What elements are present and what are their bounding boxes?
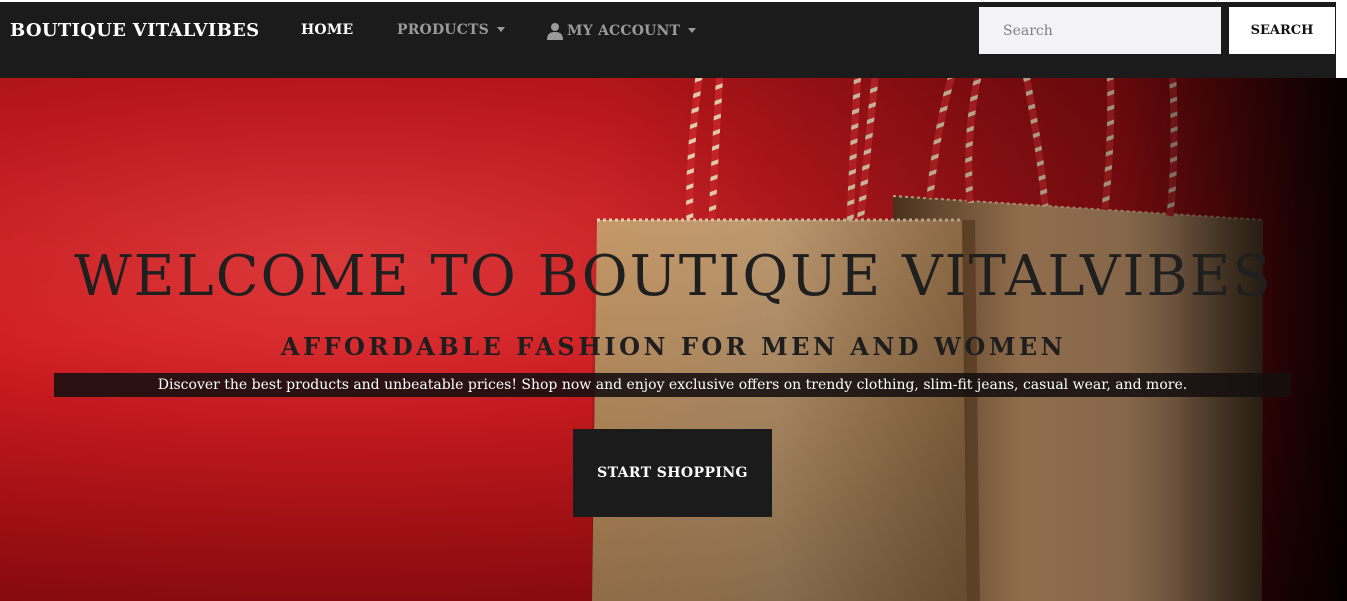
chevron-down-icon <box>688 27 697 33</box>
nav-home-label: HOME <box>301 22 354 38</box>
search-input[interactable] <box>979 7 1221 54</box>
nav-my-account-dropdown[interactable]: MY ACCOUNT <box>546 22 697 40</box>
nav-home-link[interactable]: HOME <box>301 22 353 38</box>
user-icon <box>547 23 563 40</box>
nav-my-account-label: MY ACCOUNT <box>567 23 681 39</box>
brand-logo-link[interactable]: BOUTIQUE VITALVIBES <box>10 20 259 41</box>
hero-subtitle: AFFORDABLE FASHION FOR MEN AND WOMEN <box>280 332 1067 361</box>
hero-description: Discover the best products and unbeatabl… <box>54 373 1291 397</box>
start-shopping-button[interactable]: START SHOPPING <box>573 429 772 517</box>
chevron-down-icon <box>496 26 505 32</box>
nav-products-dropdown[interactable]: PRODUCTS <box>397 22 505 38</box>
hero-banner: WELCOME TO BOUTIQUE VITALVIBES AFFORDABL… <box>0 78 1347 601</box>
top-navbar: BOUTIQUE VITALVIBES HOME PRODUCTS MY ACC… <box>0 2 1336 78</box>
search-button[interactable]: SEARCH <box>1229 7 1335 54</box>
nav-products-label: PRODUCTS <box>397 22 489 38</box>
hero-title: WELCOME TO BOUTIQUE VITALVIBES <box>74 244 1273 309</box>
